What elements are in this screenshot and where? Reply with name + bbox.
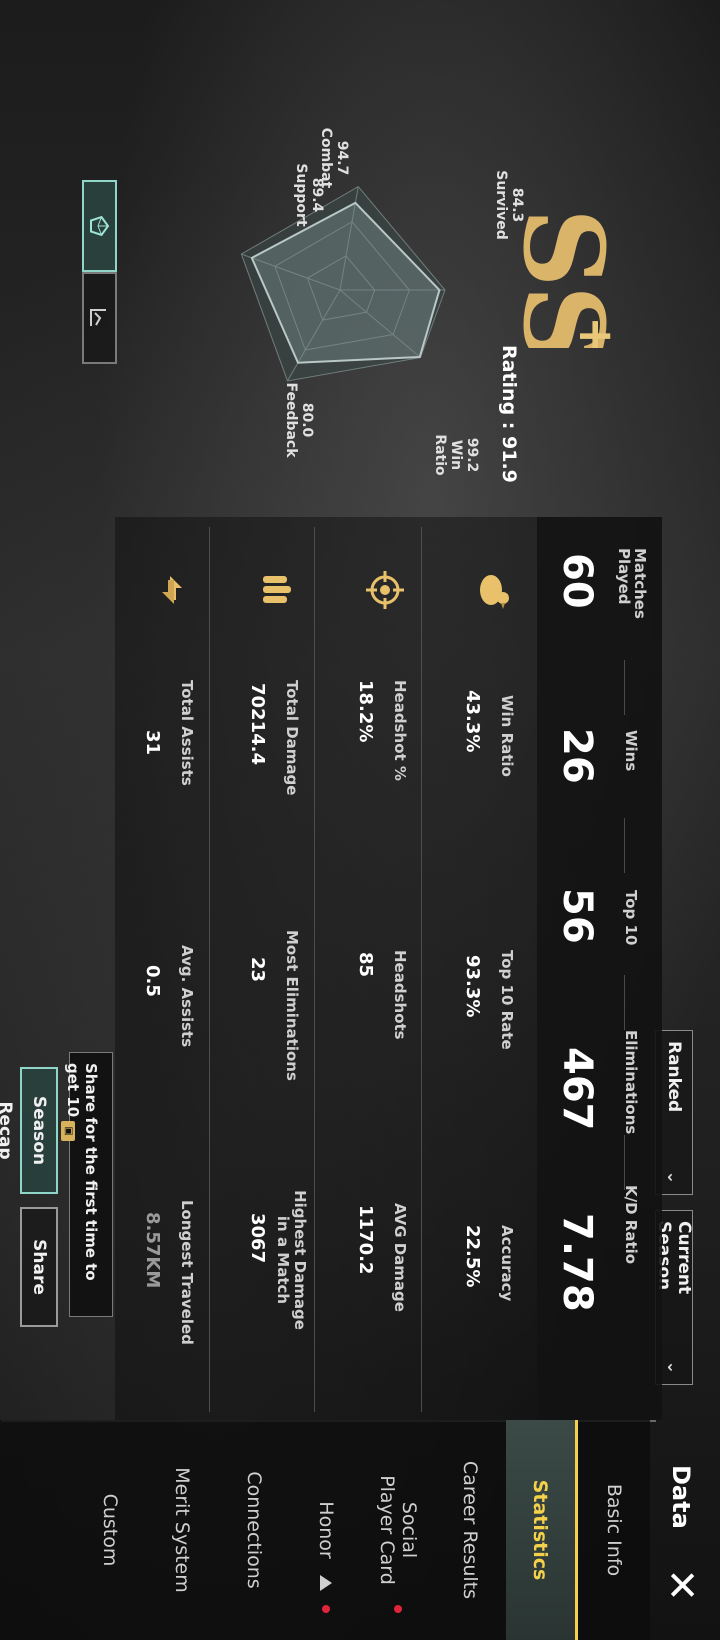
mode-filter-value: Ranked — [664, 1041, 684, 1113]
bullets-icon — [252, 565, 302, 615]
radar-value: 84.3 — [509, 187, 525, 223]
top10-rate-label: Top 10 Rate — [498, 950, 516, 1050]
notification-dot — [394, 1605, 402, 1613]
radar-value: 80.0 — [299, 402, 315, 438]
radar-axis-survived: 84.3 Survived — [493, 165, 525, 245]
radar-label: Survived — [493, 170, 509, 240]
win-ratio-value: 43.3% — [462, 690, 483, 753]
avg-assists-label: Avg. Assists — [178, 945, 196, 1048]
radar-label: Feedback — [283, 382, 299, 458]
nav-label: Merit System — [171, 1467, 193, 1593]
nav-item-connections[interactable]: Connections — [218, 1420, 290, 1640]
matches-played-value: 60 — [554, 553, 600, 609]
radar-view-toggle[interactable] — [82, 180, 117, 272]
divider — [624, 975, 625, 1030]
radar-label: Win Ratio — [432, 434, 464, 476]
avg-assists-value: 0.5 — [142, 965, 163, 997]
headshots-value: 85 — [355, 952, 376, 978]
divider — [209, 527, 210, 1412]
top10-value: 56 — [554, 888, 600, 944]
wins-label: Wins — [622, 730, 640, 772]
radar-axis-feedback: 80.0 Feedback — [283, 380, 315, 460]
highest-damage-label: Highest Damage in a Match — [274, 1190, 309, 1330]
chevron-down-icon: ⌄ — [664, 1170, 684, 1184]
divider — [624, 818, 625, 873]
nav-label: Statistics — [529, 1479, 552, 1581]
nav-item-honor[interactable]: Honor — [290, 1420, 362, 1640]
longest-traveled-label: Longest Traveled — [178, 1200, 196, 1345]
radar-label: Support — [293, 163, 309, 227]
avg-damage-label: AVG Damage — [391, 1203, 409, 1312]
share-reward-tooltip: Share for the first time to get 10▣ — [61, 1052, 113, 1317]
share-button[interactable]: Share — [20, 1207, 58, 1327]
line-graph-view-toggle[interactable] — [82, 272, 117, 364]
radar-axis-win-ratio: 99.2 Win Ratio — [432, 420, 480, 490]
assist-arrows-icon — [147, 565, 197, 615]
pentagon-icon — [90, 215, 110, 237]
kd-value: 7.78 — [554, 1213, 600, 1312]
page-title: Data — [667, 1465, 695, 1529]
divider — [624, 1135, 625, 1190]
season-recap-button[interactable]: Season Recap — [0, 1067, 58, 1194]
side-nav: Basic Info Statistics Career Results Soc… — [0, 1420, 650, 1640]
chevron-down-icon: ⌄ — [664, 1360, 684, 1374]
headshots-label: Headshots — [391, 950, 409, 1040]
top10-label: Top 10 — [622, 890, 640, 946]
nav-item-career-results[interactable]: Career Results — [434, 1420, 506, 1640]
close-button[interactable]: ✕ — [656, 1560, 706, 1610]
top10-rate-value: 93.3% — [462, 955, 483, 1018]
crosshair-icon — [360, 565, 410, 615]
radar-label: Combat — [318, 127, 334, 189]
nav-label: Social Player Card — [376, 1475, 420, 1585]
divider — [624, 660, 625, 715]
tooltip-text: Share for the first time to get 10 — [64, 1063, 100, 1281]
total-damage-label: Total Damage — [283, 680, 301, 796]
nav-label: Career Results — [459, 1460, 481, 1600]
radar-value: 94.7 — [334, 140, 350, 176]
expand-triangle-icon — [320, 1575, 332, 1591]
rating-score: Rating : 91.9 — [498, 345, 520, 483]
total-assists-value: 31 — [142, 730, 163, 756]
kd-label: K/D Ratio — [622, 1185, 640, 1265]
radar-axis-combat: 94.7 Combat — [318, 118, 350, 198]
eliminations-label: Eliminations — [622, 1030, 640, 1135]
svg-text:+: + — [568, 316, 624, 348]
nav-item-merit-system[interactable]: Merit System — [146, 1420, 218, 1640]
matches-played-label: Matches Played — [615, 548, 649, 619]
highest-damage-value: 3067 — [247, 1213, 268, 1264]
total-assists-label: Total Assists — [178, 680, 196, 786]
win-ratio-label: Win Ratio — [498, 695, 516, 777]
nav-item-basic-info[interactable]: Basic Info — [578, 1420, 650, 1640]
line-graph-icon — [90, 309, 107, 326]
divider — [314, 527, 315, 1412]
notification-dot — [322, 1605, 330, 1613]
nav-label: Basic Info — [603, 1483, 625, 1577]
nav-label: Connections — [243, 1471, 265, 1589]
accuracy-label: Accuracy — [498, 1225, 516, 1302]
nav-label: Custom — [99, 1493, 121, 1567]
nav-item-social-player-card[interactable]: Social Player Card — [362, 1420, 434, 1640]
wins-value: 26 — [554, 728, 600, 784]
headshot-pct-label: Headshot % — [391, 680, 409, 781]
ticket-icon: ▣ — [61, 1121, 75, 1142]
divider — [421, 527, 422, 1412]
nav-item-custom[interactable]: Custom — [74, 1420, 146, 1640]
most-elims-label: Most Eliminations — [283, 930, 301, 1081]
headshot-pct-value: 18.2% — [355, 680, 376, 743]
avg-damage-value: 1170.2 — [355, 1205, 376, 1275]
accuracy-value: 22.5% — [462, 1225, 483, 1288]
nav-label: Honor — [315, 1501, 337, 1559]
total-damage-value: 70214.4 — [247, 683, 268, 765]
radar-chart — [220, 165, 460, 415]
stats-screen: Data ✕ Ranked ⌄ Current Season ⌄ Basic I… — [0, 0, 720, 1640]
chicken-icon — [470, 565, 520, 615]
longest-traveled-value: 8.57KM — [142, 1212, 163, 1289]
radar-value: 99.2 — [464, 437, 480, 473]
eliminations-value: 467 — [554, 1047, 600, 1131]
nav-item-statistics[interactable]: Statistics — [506, 1420, 578, 1640]
close-icon: ✕ — [658, 1568, 704, 1602]
most-elims-value: 23 — [247, 957, 268, 983]
